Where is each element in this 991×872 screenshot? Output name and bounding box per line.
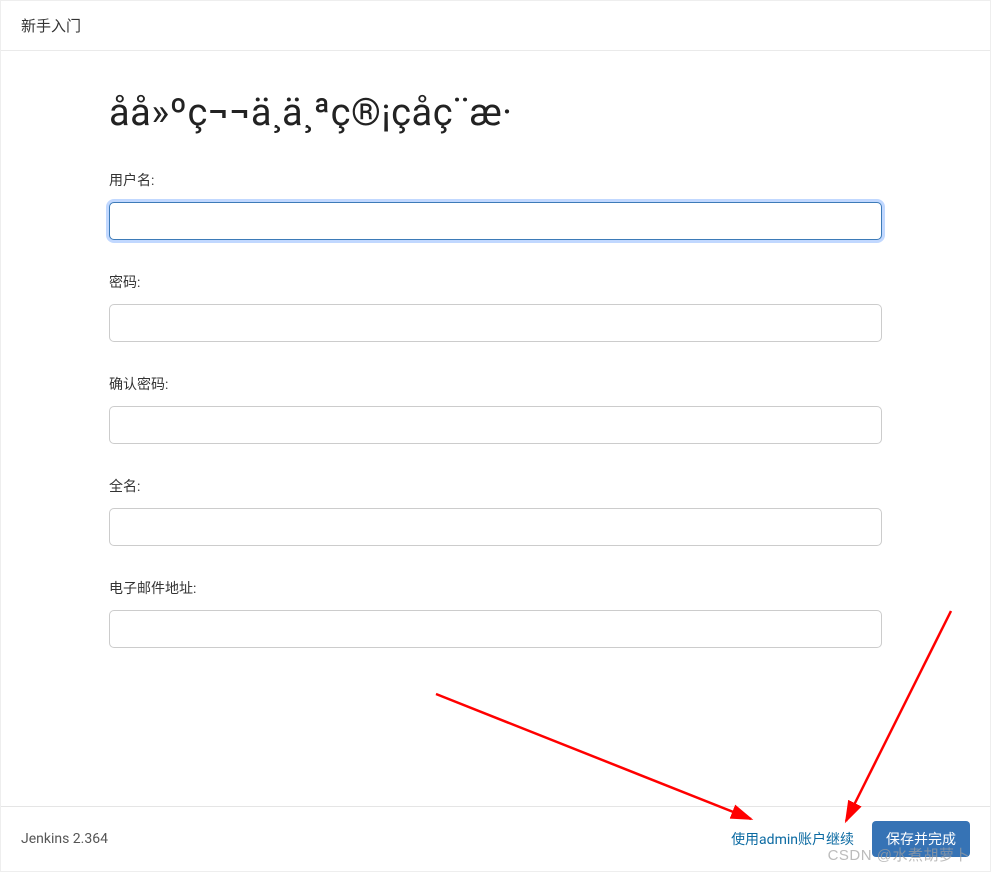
page-title: åå»ºç¬¬ä¸ä¸ªç®¡çåç¨æ·: [109, 91, 882, 135]
fullname-label: 全名:: [109, 476, 882, 496]
email-label: 电子邮件地址:: [109, 578, 882, 598]
username-input[interactable]: [109, 202, 882, 240]
fullname-input[interactable]: [109, 508, 882, 546]
email-input[interactable]: [109, 610, 882, 648]
confirm-password-label: 确认密码:: [109, 374, 882, 394]
form-group-username: 用户名:: [109, 170, 882, 240]
form-group-fullname: 全名:: [109, 476, 882, 546]
password-label: 密码:: [109, 272, 882, 292]
form-group-password: 密码:: [109, 272, 882, 342]
header-title: 新手入门: [21, 17, 81, 35]
form-group-email: 电子邮件地址:: [109, 578, 882, 648]
form-group-confirm-password: 确认密码:: [109, 374, 882, 444]
password-input[interactable]: [109, 304, 882, 342]
username-label: 用户名:: [109, 170, 882, 190]
version-label: Jenkins 2.364: [21, 831, 108, 847]
watermark: CSDN @水煮胡萝卜: [828, 844, 970, 865]
main-content: åå»ºç¬¬ä¸ä¸ªç®¡çåç¨æ· 用户名: 密码: 确认密码: 全名:…: [1, 51, 990, 648]
header-bar: 新手入门: [1, 1, 990, 51]
confirm-password-input[interactable]: [109, 406, 882, 444]
